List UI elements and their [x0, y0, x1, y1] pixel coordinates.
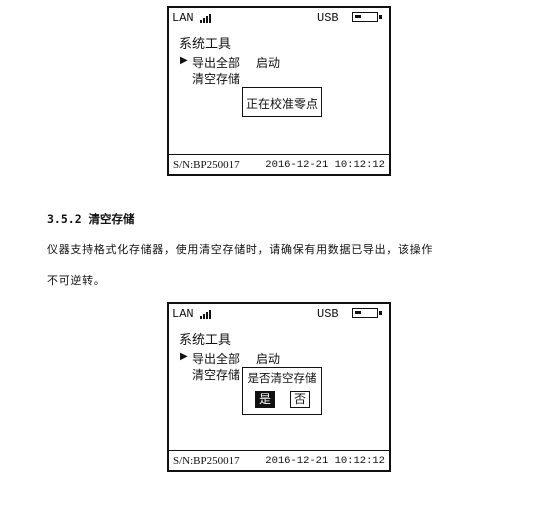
device-screen-calibrating: LAN USB 系统工具 ▶ 导出全部 启动 清空存储 正在校准零点 S/N:B… — [167, 6, 391, 176]
datetime: 2016-12-21 10:12:12 — [265, 159, 385, 171]
lan-label: LAN — [172, 11, 194, 25]
signal-bars-icon — [200, 14, 211, 23]
paragraph-line: 仪器支持格式化存储器，使用清空存储时，请确保有用数据已导出，该操作 — [47, 243, 434, 256]
usb-label: USB — [317, 11, 339, 25]
lan-label: LAN — [172, 307, 194, 321]
section-heading: 3.5.2 清空存储 — [47, 212, 135, 226]
status-bar: LAN USB — [169, 304, 389, 324]
signal-bars-icon — [200, 310, 211, 319]
battery-icon — [352, 308, 382, 318]
calibration-popup-text: 正在校准零点 — [245, 97, 318, 111]
menu-item-export-all[interactable]: 导出全部 — [192, 350, 240, 367]
confirm-clear-dialog: 是否清空存储 是 否 — [242, 367, 322, 415]
device-screen-confirm-clear: LAN USB 系统工具 ▶ 导出全部 启动 清空存储 是否清空存储 是 否 S… — [167, 302, 391, 472]
triangle-right-icon: ▶ — [180, 55, 188, 66]
footer-bar: S/N:BP250017 2016-12-21 10:12:12 — [169, 450, 389, 470]
usb-label: USB — [317, 307, 339, 321]
status-bar: LAN USB — [169, 8, 389, 28]
yes-button[interactable]: 是 — [255, 391, 275, 408]
no-button[interactable]: 否 — [290, 391, 310, 408]
menu-item-export-all[interactable]: 导出全部 — [192, 54, 240, 71]
datetime: 2016-12-21 10:12:12 — [265, 455, 385, 467]
menu-item-clear-storage[interactable]: 清空存储 — [192, 366, 240, 383]
menu-item-clear-storage[interactable]: 清空存储 — [192, 70, 240, 87]
calibration-popup: 正在校准零点 — [242, 87, 322, 117]
battery-icon — [352, 12, 382, 22]
menu-item-export-value[interactable]: 启动 — [256, 350, 280, 367]
menu-item-export-value[interactable]: 启动 — [256, 54, 280, 71]
triangle-right-icon: ▶ — [180, 351, 188, 362]
menu-title: 系统工具 — [179, 333, 232, 348]
footer-bar: S/N:BP250017 2016-12-21 10:12:12 — [169, 154, 389, 174]
serial-number: S/N:BP250017 — [173, 455, 240, 467]
serial-number: S/N:BP250017 — [173, 159, 240, 171]
confirm-question: 是否清空存储 — [247, 371, 317, 385]
paragraph-line: 不可逆转。 — [47, 274, 106, 287]
menu-title: 系统工具 — [179, 37, 232, 52]
